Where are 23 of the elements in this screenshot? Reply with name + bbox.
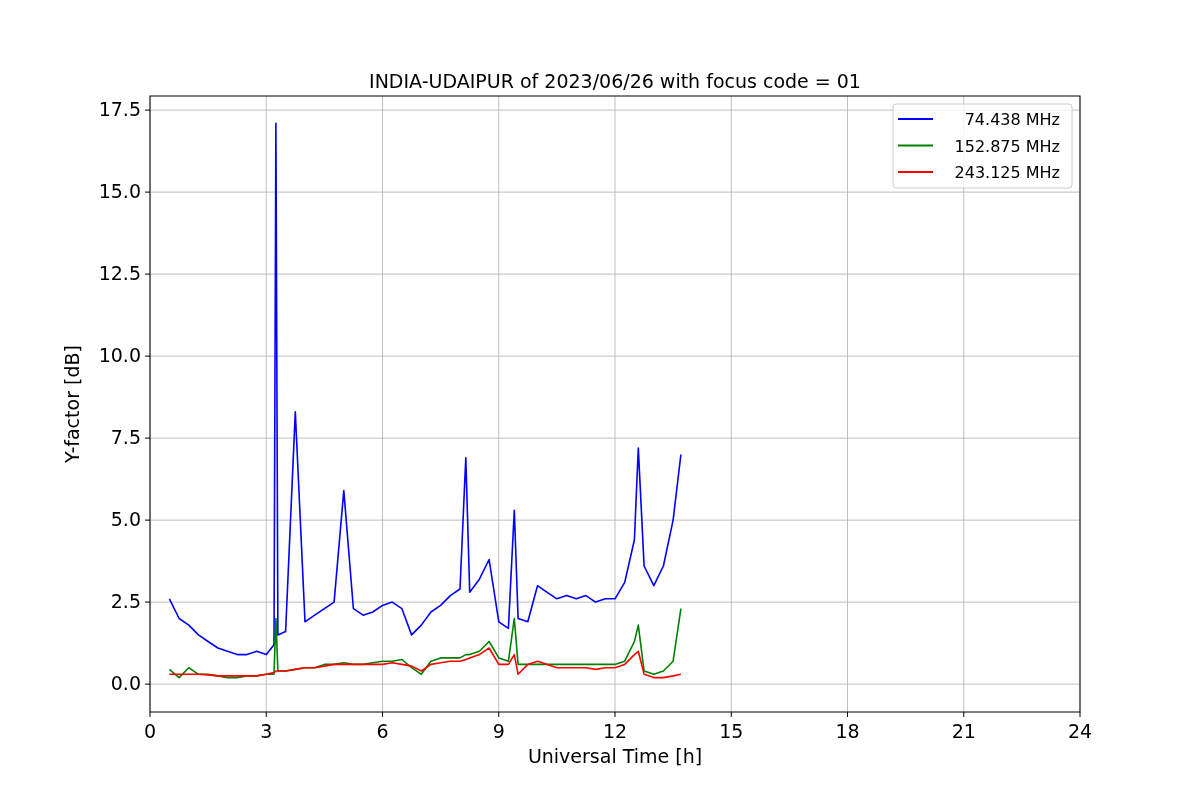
legend-label: 152.875 MHz — [954, 136, 1060, 156]
y-tick-label: 0.0 — [110, 672, 141, 695]
legend-label: 74.438 MHz — [964, 110, 1060, 129]
y-axis-label: Y-factor [dB] — [61, 345, 83, 463]
x-axis-label: Universal Time [h] — [527, 745, 703, 767]
y-tick-label: 10.0 — [98, 344, 141, 367]
x-tick-label: 9 — [492, 720, 505, 742]
legend-label: 243.125 MHz — [954, 163, 1060, 182]
x-tick-label: 21 — [951, 720, 976, 742]
x-tick-label: 0 — [143, 720, 157, 742]
y-tick-label: 15.0 — [98, 180, 141, 203]
y-tick-label: 17.5 — [98, 98, 141, 121]
y-tick-label: 12.5 — [98, 262, 141, 285]
x-tick-label: 3 — [260, 720, 273, 742]
x-tick-label: 6 — [376, 720, 389, 742]
x-tick-label: 12 — [602, 720, 628, 742]
y-tick-label: 2.5 — [110, 590, 141, 613]
chart-title: INDIA-UDAIPUR of 2023/06/26 with focus code = 01 — [369, 70, 861, 92]
y-tick-label: 7.5 — [110, 426, 141, 449]
x-tick-label: 24 — [1067, 720, 1093, 742]
y-tick-label: 5.0 — [110, 508, 141, 531]
x-tick-label: 15 — [719, 720, 744, 742]
x-tick-label: 18 — [835, 720, 860, 742]
